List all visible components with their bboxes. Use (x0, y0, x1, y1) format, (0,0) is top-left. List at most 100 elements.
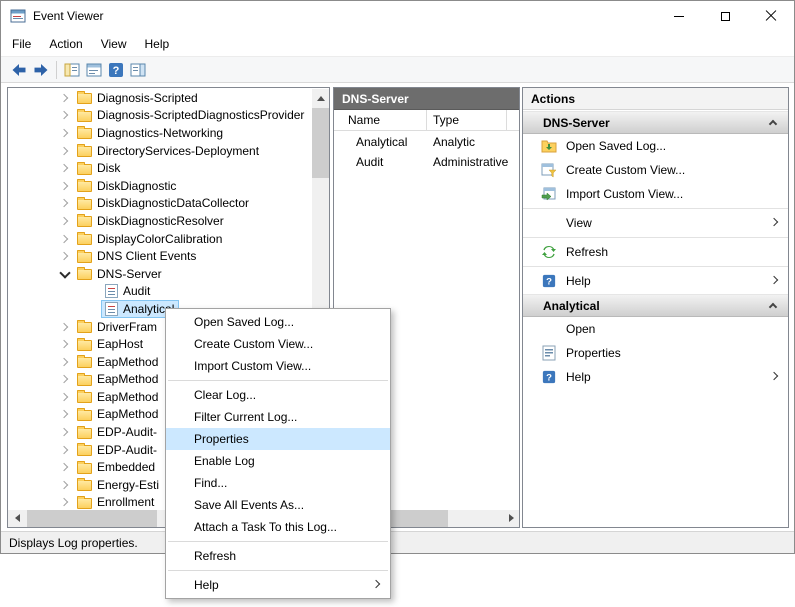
chevron-right-icon[interactable] (60, 392, 70, 402)
chevron-right-icon[interactable] (60, 146, 70, 156)
chevron-down-icon[interactable] (60, 269, 70, 279)
action-help[interactable]: ? Help (523, 269, 788, 293)
column-header-type[interactable]: Type (427, 110, 507, 130)
context-menu-item-enable-log[interactable]: Enable Log (166, 450, 390, 472)
chevron-right-icon[interactable] (60, 251, 70, 261)
tree-item-directoryservices-deployment[interactable]: DirectoryServices-Deployment (8, 142, 312, 160)
list-pane-header: DNS-Server (334, 88, 519, 110)
close-button[interactable] (748, 1, 794, 31)
tree-item-diskdiagnosticresolver[interactable]: DiskDiagnosticResolver (8, 212, 312, 230)
tree-item-label: DiskDiagnosticDataCollector (97, 196, 249, 210)
actions-section-dns-server[interactable]: DNS-Server (523, 111, 788, 134)
list-row-audit[interactable]: Audit Administrative (334, 152, 519, 171)
action-create-custom-view[interactable]: Create Custom View... (523, 158, 788, 182)
chevron-right-icon[interactable] (60, 497, 70, 507)
scroll-right-button[interactable] (502, 510, 519, 527)
chevron-right-icon[interactable] (60, 462, 70, 472)
context-menu-item-clear-log[interactable]: Clear Log... (166, 384, 390, 406)
menu-file[interactable]: File (3, 34, 40, 54)
context-menu-item-save-all-events-as[interactable]: Save All Events As... (166, 494, 390, 516)
tree-item-label: EapMethod (97, 372, 158, 386)
indent-spacer (88, 286, 98, 296)
maximize-button[interactable] (702, 1, 748, 31)
action-properties[interactable]: Properties (523, 341, 788, 365)
minimize-button[interactable] (656, 1, 702, 31)
action-view[interactable]: View (523, 211, 788, 235)
chevron-right-icon[interactable] (60, 93, 70, 103)
scroll-left-button[interactable] (8, 510, 25, 527)
chevron-right-icon[interactable] (60, 339, 70, 349)
action-help-analytical[interactable]: ? Help (523, 365, 788, 389)
chevron-right-icon[interactable] (60, 322, 70, 332)
tree-item-content: EapMethod (74, 371, 162, 387)
tree-item-displaycolorcalibration[interactable]: DisplayColorCalibration (8, 230, 312, 248)
context-menu-item-refresh[interactable]: Refresh (166, 545, 390, 567)
action-refresh[interactable]: Refresh (523, 240, 788, 264)
tree-item-label: EapMethod (97, 407, 158, 421)
chevron-up-icon[interactable] (769, 303, 777, 311)
chevron-right-icon[interactable] (60, 110, 70, 120)
tree-item-disk[interactable]: Disk (8, 159, 312, 177)
tree-item-content: Audit (102, 283, 154, 299)
context-menu-item-open-saved-log[interactable]: Open Saved Log... (166, 311, 390, 333)
tree-item-diskdiagnostic[interactable]: DiskDiagnostic (8, 177, 312, 195)
menu-action[interactable]: Action (40, 34, 91, 54)
tree-item-diagnosis-scripted[interactable]: Diagnosis-Scripted (8, 89, 312, 107)
context-menu-item-attach-a-task[interactable]: Attach a Task To this Log... (166, 516, 390, 538)
actions-section-analytical[interactable]: Analytical (523, 294, 788, 317)
context-menu-item-create-custom-view[interactable]: Create Custom View... (166, 333, 390, 355)
action-open[interactable]: Open (523, 317, 788, 341)
context-menu-item-filter-current-log[interactable]: Filter Current Log... (166, 406, 390, 428)
back-button[interactable] (8, 59, 30, 81)
chevron-right-icon[interactable] (60, 128, 70, 138)
tree-item-diagnosis-scripteddiagnosticsprovider[interactable]: Diagnosis-ScriptedDiagnosticsProvider (8, 107, 312, 125)
properties-button[interactable] (83, 59, 105, 81)
show-console-tree-button[interactable] (61, 59, 83, 81)
menu-help[interactable]: Help (136, 34, 179, 54)
tree-item-dns-client-events[interactable]: DNS Client Events (8, 247, 312, 265)
forward-button[interactable] (30, 59, 52, 81)
tree-item-label: EapMethod (97, 355, 158, 369)
context-menu-item-find[interactable]: Find... (166, 472, 390, 494)
list-row-analytical[interactable]: Analytical Analytic (334, 132, 519, 151)
chevron-right-icon[interactable] (60, 234, 70, 244)
context-menu-item-help[interactable]: Help (166, 574, 390, 596)
list-pane-title: DNS-Server (342, 92, 409, 106)
action-import-custom-view[interactable]: Import Custom View... (523, 182, 788, 206)
close-icon (765, 10, 777, 22)
toolbar-separator (56, 61, 57, 79)
chevron-right-icon[interactable] (60, 480, 70, 490)
context-menu-item-import-custom-view[interactable]: Import Custom View... (166, 355, 390, 377)
scroll-up-button[interactable] (312, 89, 329, 106)
tree-item-label: EDP-Audit- (97, 425, 157, 439)
tree-item-audit[interactable]: Audit (8, 283, 312, 301)
chevron-up-icon[interactable] (769, 120, 777, 128)
chevron-right-icon[interactable] (60, 216, 70, 226)
menu-view[interactable]: View (92, 34, 136, 54)
chevron-right-icon[interactable] (60, 181, 70, 191)
tree-item-content: DiskDiagnostic (74, 178, 180, 194)
chevron-right-icon[interactable] (60, 374, 70, 384)
show-action-pane-button[interactable] (127, 59, 149, 81)
import-view-icon (541, 186, 557, 202)
folder-icon (77, 480, 92, 491)
event-log-icon (105, 302, 118, 316)
tree-item-diskdiagnosticdatacollector[interactable]: DiskDiagnosticDataCollector (8, 195, 312, 213)
chevron-right-icon[interactable] (60, 427, 70, 437)
scrollbar-thumb[interactable] (312, 108, 329, 178)
refresh-icon (541, 244, 557, 260)
chevron-right-icon[interactable] (60, 409, 70, 419)
action-open-saved-log[interactable]: Open Saved Log... (523, 134, 788, 158)
help-button[interactable]: ? (105, 59, 127, 81)
tree-item-diagnostics-networking[interactable]: Diagnostics-Networking (8, 124, 312, 142)
tree-item-dns-server[interactable]: DNS-Server (8, 265, 312, 283)
folder-icon (77, 340, 92, 351)
menu-item-label: Clear Log... (194, 388, 256, 402)
chevron-right-icon[interactable] (60, 163, 70, 173)
column-header-name[interactable]: Name (334, 110, 427, 130)
chevron-right-icon[interactable] (60, 198, 70, 208)
chevron-right-icon[interactable] (60, 357, 70, 367)
context-menu-item-properties[interactable]: Properties (166, 428, 390, 450)
scrollbar-thumb[interactable] (27, 510, 157, 527)
chevron-right-icon[interactable] (60, 445, 70, 455)
